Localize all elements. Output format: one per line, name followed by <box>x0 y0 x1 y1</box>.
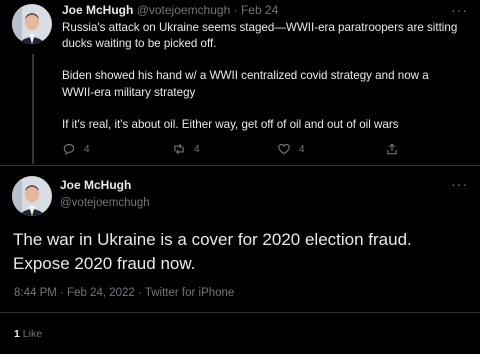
like-button[interactable]: 4 <box>277 142 305 156</box>
share-button[interactable] <box>385 142 399 156</box>
tweet-date[interactable]: Feb 24 <box>241 3 278 17</box>
reply-button[interactable]: 4 <box>62 142 90 156</box>
divider <box>0 312 480 313</box>
like-label: Like <box>22 328 43 340</box>
tweet-text: The war in Ukraine is a cover for 2020 e… <box>13 230 412 273</box>
more-icon[interactable]: ··· <box>451 2 468 18</box>
divider <box>0 165 480 166</box>
avatar[interactable] <box>12 4 52 44</box>
reply-icon <box>63 144 75 155</box>
tweet-paragraph: Biden showed his hand w/ a WWII centrali… <box>62 69 429 99</box>
like-count: 1 <box>14 328 20 340</box>
reply-count: 4 <box>84 143 90 155</box>
retweet-count: 4 <box>194 143 200 155</box>
tweet-timestamp[interactable]: 8:44 PM · Feb 24, 2022 · Twitter for iPh… <box>14 287 234 299</box>
retweet-icon <box>174 143 184 155</box>
like-count: 4 <box>299 143 305 155</box>
author-handle[interactable]: @votejoemchugh <box>60 197 150 209</box>
thread-line <box>32 54 34 164</box>
author-name[interactable]: Joe McHugh <box>60 178 131 192</box>
share-icon <box>387 143 397 155</box>
more-icon[interactable]: ··· <box>451 176 468 192</box>
tweet-paragraph: Russia's attack on Ukraine seems staged—… <box>62 21 458 51</box>
tweet-actions: 4 4 4 <box>62 142 422 160</box>
author-handle[interactable]: @votejoemchugh <box>137 3 231 17</box>
separator-dot: · <box>233 3 238 17</box>
avatar[interactable] <box>12 176 52 216</box>
like-stats[interactable]: 1 Like <box>14 328 42 340</box>
author-name[interactable]: Joe McHugh <box>62 3 133 17</box>
tweet-header: Joe McHugh @votejoemchugh · Feb 24 <box>62 3 278 17</box>
tweet-text: Russia's attack on Ukraine seems staged—… <box>62 20 462 149</box>
tweet-paragraph: If it's real, it's about oil. Either way… <box>62 117 399 131</box>
retweet-button[interactable]: 4 <box>172 142 200 156</box>
like-icon <box>278 143 290 155</box>
